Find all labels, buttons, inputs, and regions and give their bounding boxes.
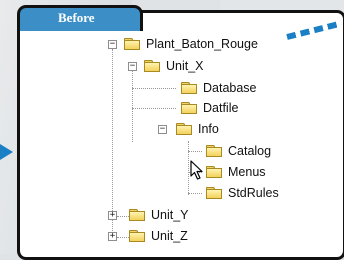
node-label: Database [203, 81, 257, 95]
node-label: Catalog [228, 144, 272, 158]
mouse-cursor-icon [190, 160, 203, 180]
folder-icon [181, 102, 198, 114]
folder-icon [124, 38, 141, 50]
node-label: Unit_Z [151, 229, 188, 243]
tree-line [188, 151, 202, 152]
tree-node-unit-y[interactable]: Unit_Y [129, 206, 189, 224]
folder-icon [129, 230, 146, 242]
tree-node-catalog[interactable]: Catalog [206, 142, 271, 160]
node-label: Menus [228, 165, 266, 179]
folder-icon [129, 209, 146, 221]
folder-icon [176, 123, 193, 135]
tree-line [132, 68, 133, 142]
node-label: Datfile [203, 101, 239, 115]
node-label: Unit_X [166, 59, 204, 73]
expand-unit-y-toggle[interactable]: + [108, 211, 117, 220]
folder-icon [144, 60, 161, 72]
tree-node-unit-z[interactable]: Unit_Z [129, 227, 188, 245]
tree-node-root[interactable]: Plant_Baton_Rouge [124, 35, 258, 53]
node-label: Plant_Baton_Rouge [146, 37, 258, 51]
tree-line [188, 141, 189, 195]
folder-icon [181, 82, 198, 94]
collapse-root-toggle[interactable]: − [108, 40, 117, 49]
tree-line [188, 193, 202, 194]
node-label: Info [198, 122, 219, 136]
tree-line [132, 88, 176, 89]
node-label: Unit_Y [151, 208, 189, 222]
folder-icon [206, 166, 223, 178]
collapse-info-toggle[interactable]: − [158, 125, 167, 134]
collapse-unit-x-toggle[interactable]: − [128, 62, 137, 71]
tree-node-database[interactable]: Database [181, 79, 257, 97]
tree-line [132, 108, 176, 109]
tree-node-unit-x[interactable]: Unit_X [144, 57, 204, 75]
tree-node-info[interactable]: Info [176, 120, 219, 138]
node-label: StdRules [228, 186, 279, 200]
tree-node-datfile[interactable]: Datfile [181, 99, 238, 117]
expand-unit-z-toggle[interactable]: + [108, 232, 117, 241]
folder-icon [206, 187, 223, 199]
tree-node-stdrules[interactable]: StdRules [206, 184, 279, 202]
folder-icon [206, 145, 223, 157]
folder-tree: − Plant_Baton_Rouge − Unit_X Database Da… [0, 0, 344, 254]
tree-node-menus[interactable]: Menus [206, 163, 266, 181]
